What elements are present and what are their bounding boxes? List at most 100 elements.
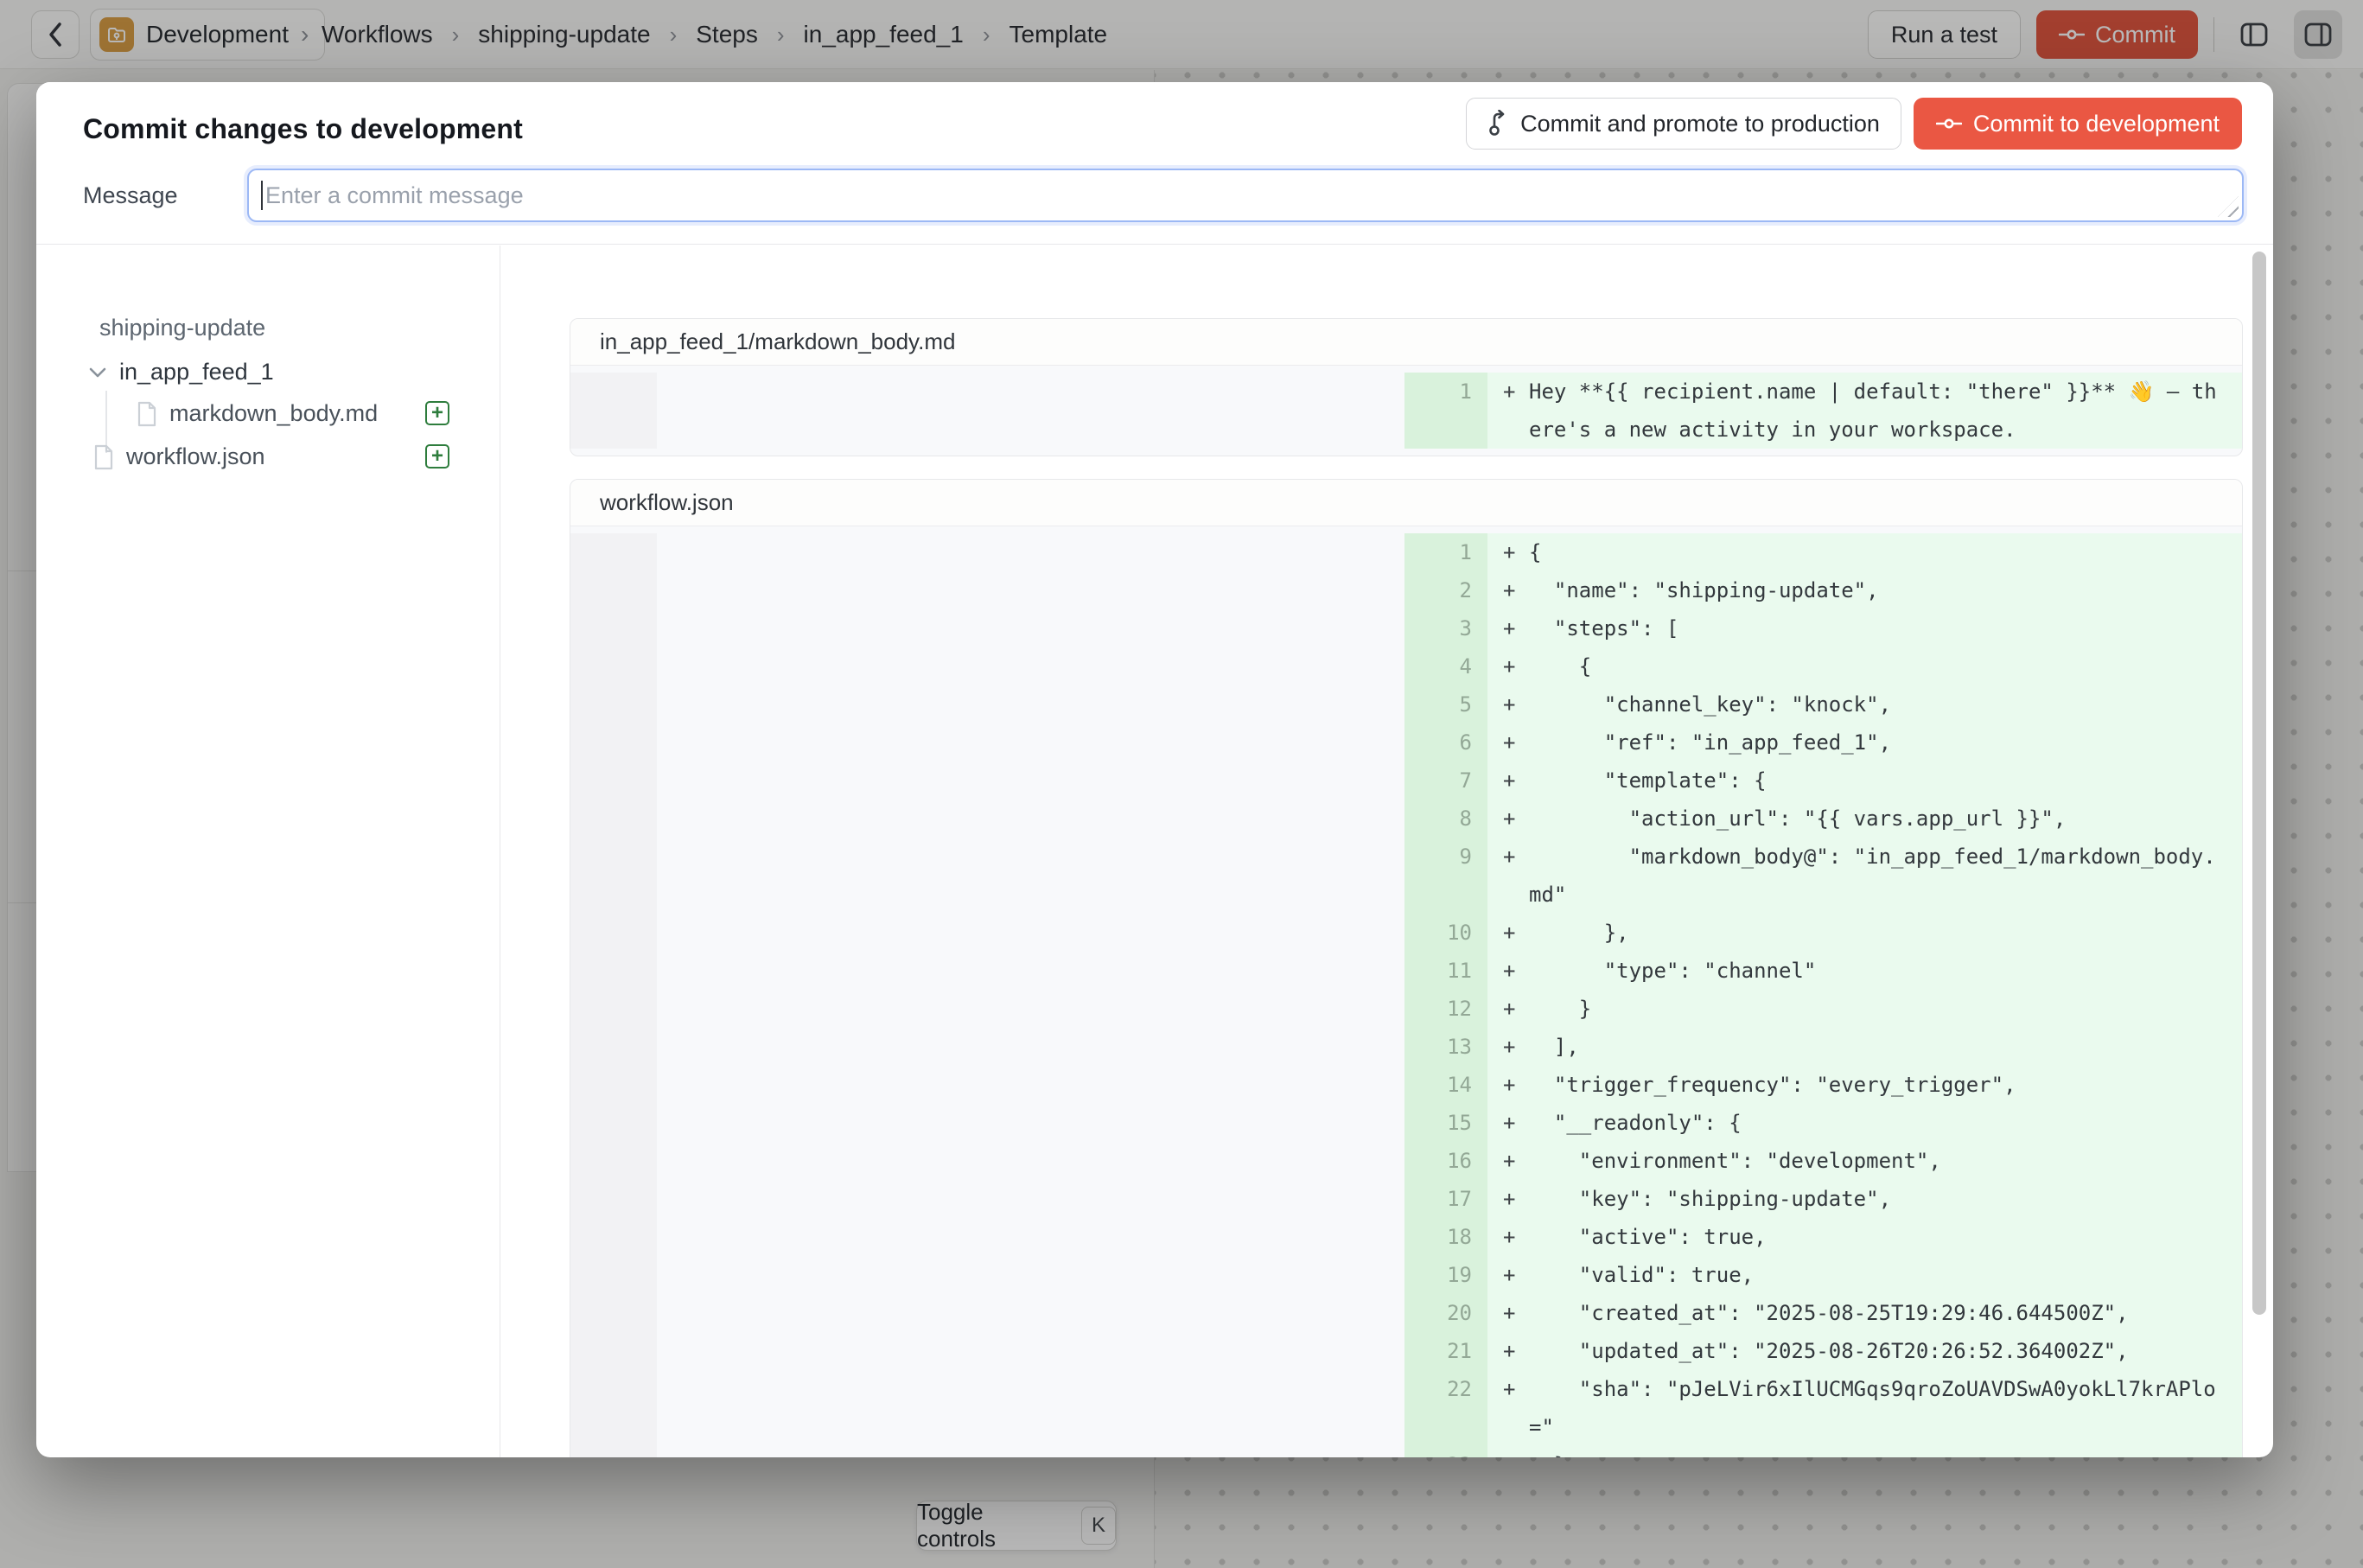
diff-old-gutter [570, 571, 657, 609]
diff-old-gutter [570, 373, 657, 411]
diff-add-sign: + [1503, 533, 1529, 571]
modal-title: Commit changes to development [83, 113, 523, 145]
diff-new-content: md" [1487, 876, 2242, 914]
diff-code-text: ], [1529, 1028, 1579, 1066]
diff-old-gutter [570, 952, 657, 990]
diff-code-text: ere's a new activity in your workspace. [1529, 411, 2016, 449]
tree-step-item[interactable]: in_app_feed_1 [88, 359, 274, 386]
diff-panel[interactable]: in_app_feed_1/markdown_body.md 1+Hey **{… [500, 245, 2273, 1457]
modal-scrollbar[interactable] [2252, 252, 2266, 1315]
diff-old-gutter [570, 838, 657, 876]
diff-new-content: + "active": true, [1487, 1218, 2242, 1256]
diff-code-text: "__readonly": { [1529, 1104, 1742, 1142]
commit-icon [1936, 115, 1962, 132]
diff-old-content [657, 876, 1404, 914]
diff-line: 6+ "ref": "in_app_feed_1", [570, 723, 2242, 762]
commit-modal: Commit changes to development Commit and… [36, 82, 2273, 1457]
tree-file-markdown[interactable]: markdown_body.md [137, 400, 378, 427]
diff-add-sign [1503, 876, 1529, 914]
tree-workflow-label: shipping-update [99, 315, 265, 341]
diff-line: 21+ "updated_at": "2025-08-26T20:26:52.3… [570, 1332, 2242, 1370]
diff-old-gutter [570, 647, 657, 685]
diff-line-number: 20 [1404, 1294, 1487, 1332]
diff-new-content: + "key": "shipping-update", [1487, 1180, 2242, 1218]
diff-line: 3+ "steps": [ [570, 609, 2242, 647]
resize-grip[interactable] [2218, 196, 2239, 217]
diff-rows: 1+{2+ "name": "shipping-update",3+ "step… [570, 526, 2242, 1457]
diff-old-content [657, 952, 1404, 990]
diff-old-gutter [570, 1408, 657, 1446]
diff-line: md" [570, 876, 2242, 914]
diff-code-text: "created_at": "2025-08-25T19:29:46.64450… [1529, 1294, 2129, 1332]
diff-line: ere's a new activity in your workspace. [570, 411, 2242, 449]
text-caret [261, 181, 263, 210]
tree-step-label: in_app_feed_1 [119, 359, 274, 386]
diff-code-text: "steps": [ [1529, 609, 1678, 647]
diff-new-content: + }, [1487, 914, 2242, 952]
diff-new-content: + } [1487, 990, 2242, 1028]
diff-line-number: 5 [1404, 685, 1487, 723]
tree-file-workflow[interactable]: workflow.json [93, 443, 265, 470]
diff-old-content [657, 1256, 1404, 1294]
diff-add-sign: + [1503, 1446, 1529, 1457]
diff-old-content [657, 914, 1404, 952]
diff-add-sign: + [1503, 1370, 1529, 1408]
diff-old-gutter [570, 1180, 657, 1218]
diff-new-content: + "markdown_body@": "in_app_feed_1/markd… [1487, 838, 2242, 876]
modal-actions: Commit and promote to production Commit … [1466, 98, 2242, 150]
diff-code-text: Hey **{{ recipient.name | default: "ther… [1529, 373, 2217, 411]
diff-old-gutter [570, 609, 657, 647]
diff-old-content [657, 762, 1404, 800]
diff-code-text: { [1529, 533, 1541, 571]
diff-line-number: 1 [1404, 373, 1487, 411]
message-placeholder: Enter a commit message [265, 182, 524, 209]
diff-line-number [1404, 876, 1487, 914]
message-label: Message [83, 182, 211, 209]
diff-old-content [657, 1446, 1404, 1457]
diff-old-content [657, 723, 1404, 762]
diff-old-content [657, 838, 1404, 876]
diff-add-sign: + [1503, 609, 1529, 647]
diff-old-content [657, 1180, 1404, 1218]
commit-to-development-button[interactable]: Commit to development [1914, 98, 2242, 150]
commit-and-promote-button[interactable]: Commit and promote to production [1466, 98, 1901, 150]
message-row: Message Enter a commit message [83, 169, 2244, 222]
diff-line: 20+ "created_at": "2025-08-25T19:29:46.6… [570, 1294, 2242, 1332]
diff-add-sign: + [1503, 1104, 1529, 1142]
diff-add-sign: + [1503, 1066, 1529, 1104]
commit-message-input[interactable]: Enter a commit message [247, 169, 2244, 222]
diff-old-gutter [570, 1446, 657, 1457]
diff-add-sign: + [1503, 373, 1529, 411]
diff-line: 1+Hey **{{ recipient.name | default: "th… [570, 373, 2242, 411]
diff-new-content: + "ref": "in_app_feed_1", [1487, 723, 2242, 762]
diff-code-text: "markdown_body@": "in_app_feed_1/markdow… [1529, 838, 2216, 876]
diff-add-sign: + [1503, 762, 1529, 800]
diff-old-content [657, 1066, 1404, 1104]
diff-card-filename: workflow.json [570, 480, 2242, 526]
diff-old-content [657, 1104, 1404, 1142]
diff-card-workflow: workflow.json 1+{2+ "name": "shipping-up… [570, 479, 2243, 1457]
diff-old-content [657, 800, 1404, 838]
diff-line: 22+ "sha": "pJeLVir6xIlUCMGqs9qroZoUAVDS… [570, 1370, 2242, 1408]
diff-line-number: 18 [1404, 1218, 1487, 1256]
diff-old-gutter [570, 1066, 657, 1104]
diff-code-text: } [1529, 1446, 1566, 1457]
diff-code-text: "channel_key": "knock", [1529, 685, 1891, 723]
diff-add-sign: + [1503, 647, 1529, 685]
diff-line: 19+ "valid": true, [570, 1256, 2242, 1294]
diff-line: 23+ } [570, 1446, 2242, 1457]
diff-line-number: 4 [1404, 647, 1487, 685]
diff-add-sign: + [1503, 914, 1529, 952]
diff-new-content: +Hey **{{ recipient.name | default: "the… [1487, 373, 2242, 411]
diff-line: 2+ "name": "shipping-update", [570, 571, 2242, 609]
diff-line-number [1404, 411, 1487, 449]
diff-code-text: "type": "channel" [1529, 952, 1816, 990]
diff-line: 4+ { [570, 647, 2242, 685]
diff-new-content: +{ [1487, 533, 2242, 571]
diff-new-content: + "sha": "pJeLVir6xIlUCMGqs9qroZoUAVDSwA… [1487, 1370, 2242, 1408]
diff-new-content: + "created_at": "2025-08-25T19:29:46.644… [1487, 1294, 2242, 1332]
diff-old-gutter [570, 762, 657, 800]
diff-line-number: 10 [1404, 914, 1487, 952]
diff-line: 12+ } [570, 990, 2242, 1028]
diff-code-text: "trigger_frequency": "every_trigger", [1529, 1066, 2016, 1104]
